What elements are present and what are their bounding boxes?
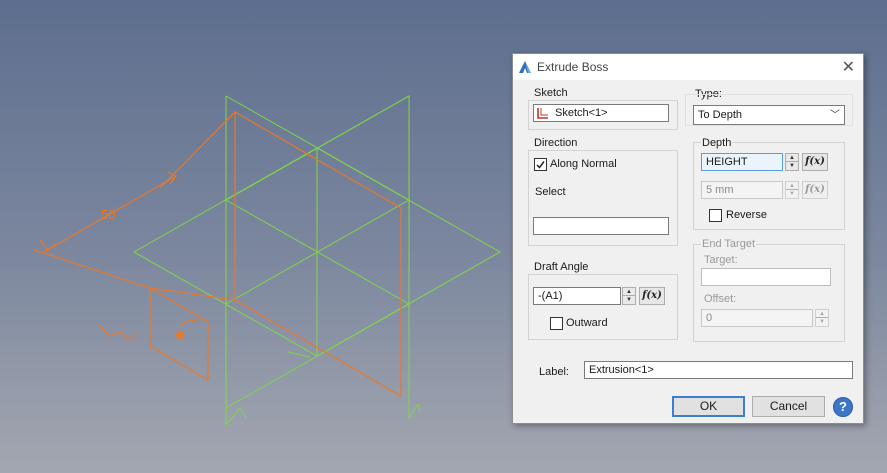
along-normal-checkbox[interactable] bbox=[534, 158, 547, 171]
type-selected-value: To Depth bbox=[698, 109, 743, 121]
depth-input[interactable]: HEIGHT bbox=[701, 153, 783, 171]
target-input[interactable] bbox=[701, 268, 831, 286]
label-input[interactable]: Extrusion<1> bbox=[584, 361, 853, 379]
cancel-button[interactable]: Cancel bbox=[752, 396, 825, 417]
spin-down-icon[interactable]: ▼ bbox=[816, 318, 828, 326]
dimension-label[interactable]: 50 bbox=[101, 207, 115, 222]
angle-arc bbox=[179, 320, 201, 327]
reverse-label[interactable]: Reverse bbox=[726, 209, 767, 221]
direction-select-field[interactable] bbox=[533, 217, 669, 235]
outward-label[interactable]: Outward bbox=[566, 317, 608, 329]
dim-extension-a bbox=[33, 249, 151, 289]
sketch-group-label: Sketch bbox=[533, 87, 569, 99]
check-icon bbox=[536, 161, 545, 169]
app-logo-icon bbox=[519, 61, 531, 73]
depth-second-input[interactable]: 5 mm bbox=[701, 181, 783, 199]
sketch-icon bbox=[537, 108, 548, 119]
wire-arrow-a bbox=[225, 407, 247, 426]
sketch-value: Sketch<1> bbox=[555, 107, 608, 119]
chevron-down-icon: ﹀ bbox=[830, 110, 840, 121]
draft-angle-group-label: Draft Angle bbox=[533, 261, 590, 273]
spin-up-icon[interactable]: ▲ bbox=[786, 182, 798, 190]
spin-down-icon[interactable]: ▼ bbox=[786, 162, 798, 170]
draft-angle-fx-button[interactable]: f(x) bbox=[639, 287, 665, 305]
dim-arrow-a bbox=[39, 239, 57, 251]
close-icon[interactable]: ✕ bbox=[842, 57, 855, 77]
offset-spinner[interactable]: ▲ ▼ bbox=[815, 309, 829, 327]
depth-spinner[interactable]: ▲ ▼ bbox=[785, 153, 799, 171]
offset-input[interactable]: 0 bbox=[701, 309, 813, 327]
along-normal-label[interactable]: Along Normal bbox=[550, 158, 617, 170]
depth-group-label: Depth bbox=[701, 137, 733, 149]
spin-down-icon[interactable]: ▼ bbox=[623, 296, 635, 304]
target-label: Target: bbox=[704, 254, 738, 266]
wire-mark bbox=[287, 351, 311, 358]
depth-second-fx-button[interactable]: f(x) bbox=[802, 181, 828, 199]
sketch-field[interactable]: Sketch<1> bbox=[533, 104, 669, 122]
depth-fx-button[interactable]: f(x) bbox=[802, 153, 828, 171]
offset-label: Offset: bbox=[704, 293, 737, 305]
help-icon[interactable]: ? bbox=[833, 397, 853, 417]
end-target-group-label: End Target bbox=[701, 238, 757, 250]
draft-angle-spinner[interactable]: ▲ ▼ bbox=[622, 287, 636, 305]
draft-angle-symbol bbox=[99, 325, 139, 341]
spin-up-icon[interactable]: ▲ bbox=[786, 154, 798, 162]
extrusion-preview-wireframe bbox=[132, 95, 502, 426]
spin-up-icon[interactable]: ▲ bbox=[623, 288, 635, 296]
sketch-rectangle bbox=[234, 110, 402, 398]
dialog-titlebar[interactable]: Extrude Boss ✕ bbox=[513, 54, 863, 80]
outward-checkbox[interactable] bbox=[550, 317, 563, 330]
type-dropdown[interactable]: To Depth ﹀ bbox=[693, 105, 845, 125]
draft-angle-group bbox=[528, 274, 678, 340]
sketch-profile bbox=[33, 110, 402, 398]
ok-button[interactable]: OK bbox=[672, 396, 745, 417]
select-label: Select bbox=[535, 186, 566, 198]
draft-angle-input[interactable]: -(A1) bbox=[533, 287, 621, 305]
sketch-origin-point bbox=[176, 331, 184, 339]
label-caption: Label: bbox=[539, 366, 569, 378]
spin-up-icon[interactable]: ▲ bbox=[816, 310, 828, 318]
depth-second-spinner[interactable]: ▲ ▼ bbox=[785, 181, 799, 199]
sketch-leader bbox=[149, 287, 236, 301]
dim-extension-b bbox=[159, 111, 236, 189]
reverse-checkbox[interactable] bbox=[709, 209, 722, 222]
dialog-title: Extrude Boss bbox=[537, 60, 609, 74]
extrude-boss-dialog: Extrude Boss ✕ Sketch Sketch<1> Directio… bbox=[512, 53, 864, 424]
spin-down-icon[interactable]: ▼ bbox=[786, 190, 798, 198]
direction-group-label: Direction bbox=[533, 137, 579, 149]
wire-arrow-b bbox=[408, 402, 421, 419]
